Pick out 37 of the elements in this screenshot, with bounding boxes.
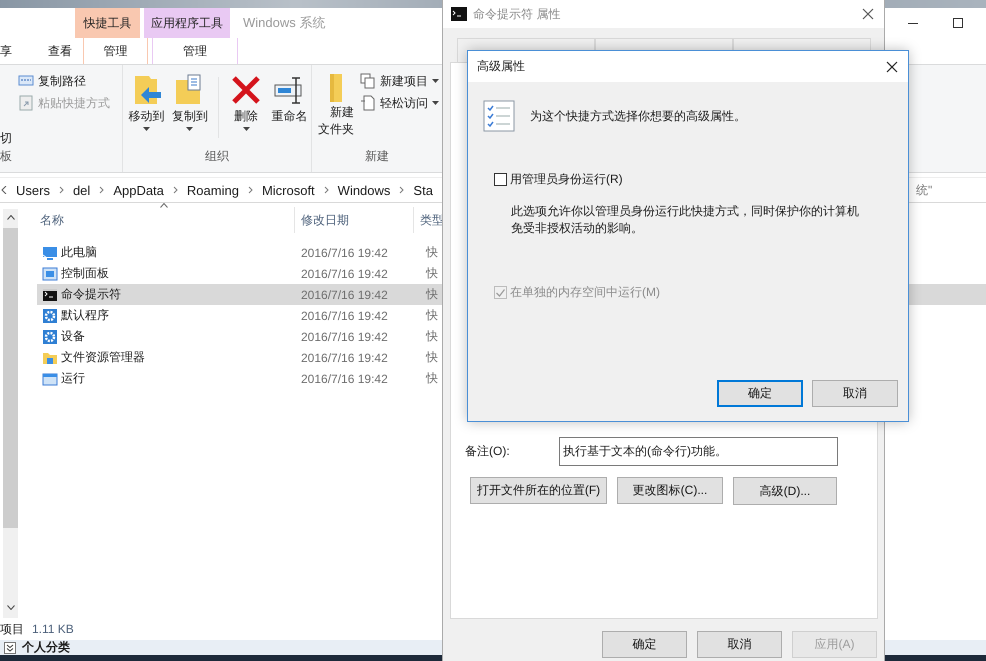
intro-text: 为这个快捷方式选择你想要的高级属性。 <box>530 108 746 124</box>
option-label: 用管理员身份运行(R) <box>510 171 623 188</box>
context-tab-header: 应用程序工具 <box>144 8 230 38</box>
file-type: 快 <box>424 349 438 366</box>
file-date: 2016/7/16 19:42 <box>300 350 389 364</box>
file-type: 快 <box>424 328 438 345</box>
field-label: 备注(O): <box>465 443 511 460</box>
group-label: 板 <box>0 148 13 165</box>
file-type: 快 <box>424 265 438 282</box>
file-date: 2016/7/16 19:42 <box>300 330 389 344</box>
file-type: 快 <box>424 307 438 324</box>
file-name: 此电脑 <box>61 244 97 261</box>
file-type: 快 <box>424 244 438 261</box>
dialog-title: 高级属性 <box>477 58 525 75</box>
file-name: 设备 <box>61 328 85 345</box>
file-name: 运行 <box>61 370 85 387</box>
file-date: 2016/7/16 19:42 <box>300 288 389 302</box>
file-name: 默认程序 <box>61 307 109 324</box>
file-size: 1.11 KB <box>32 622 74 636</box>
file-date: 2016/7/16 19:42 <box>300 372 389 386</box>
file-type: 快 <box>424 370 438 387</box>
context-tab-header: 快捷工具 <box>75 8 140 38</box>
file-date: 2016/7/16 19:42 <box>300 266 389 280</box>
option-description: 此选项允许你以管理员身份运行此快捷方式，同时保护你的计算机免受非授权活动的影响。 <box>511 203 860 237</box>
dialog-title: 命令提示符 属性 <box>473 6 562 22</box>
file-name: 文件资源管理器 <box>61 349 145 366</box>
option-label: 在单独的内存空间中运行(M) <box>510 284 660 301</box>
window-title: Windows 系统 <box>243 14 326 32</box>
group-label: 组织 <box>204 148 230 165</box>
file-date: 2016/7/16 19:42 <box>300 308 389 322</box>
window-title: 个人分类 <box>22 639 70 656</box>
file-type: 快 <box>424 286 438 303</box>
file-date: 2016/7/16 19:42 <box>300 246 389 260</box>
item-count: 项目 <box>0 620 24 638</box>
group-label: 新建 <box>364 148 390 165</box>
file-name: 命令提示符 <box>61 286 121 303</box>
file-name: 控制面板 <box>61 265 109 282</box>
